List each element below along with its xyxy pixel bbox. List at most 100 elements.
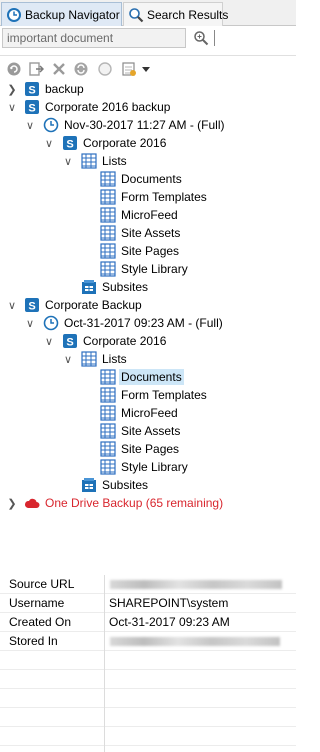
tree-item-label: MicroFeed	[121, 406, 178, 420]
circle-icon	[98, 62, 112, 76]
tree-item-label: Corporate 2016	[83, 334, 167, 348]
list-grid-icon	[81, 351, 97, 367]
tree-item-list[interactable]: Site Assets	[0, 422, 296, 440]
sync-icon	[74, 62, 88, 76]
restore-button[interactable]	[5, 60, 23, 78]
search-input[interactable]	[2, 28, 186, 48]
tab-label: Backup Navigator	[25, 7, 120, 22]
schedule-button[interactable]	[120, 60, 138, 78]
list-grid-icon	[100, 261, 116, 277]
collapse-chevron-icon[interactable]: ∨	[43, 134, 55, 152]
table-row-empty	[0, 689, 296, 708]
export-icon	[29, 62, 44, 76]
tree-item-onedrive-backup[interactable]: ❯ One Drive Backup (65 remaining)	[0, 494, 296, 512]
tree-item-corporate-2016-backup[interactable]: ∨ S Corporate 2016 backup	[0, 98, 296, 116]
svg-text:S: S	[28, 301, 35, 313]
tree-item-label: Corporate 2016 backup	[45, 100, 171, 114]
tree-item-snapshot[interactable]: ∨ Nov-30-2017 11:27 AM - (Full)	[0, 116, 296, 134]
subsites-icon	[82, 478, 96, 492]
tree-item-label: Nov-30-2017 11:27 AM - (Full)	[64, 118, 225, 132]
tree-item-snapshot[interactable]: ∨ Oct-31-2017 09:23 AM - (Full)	[0, 314, 296, 332]
sharepoint-icon: S	[25, 82, 39, 97]
cloud-icon	[24, 498, 40, 508]
svg-text:S: S	[28, 85, 35, 97]
tree-item-list[interactable]: Site Assets	[0, 224, 296, 242]
tree-item-label: Site Assets	[121, 226, 181, 240]
export-button[interactable]	[27, 60, 45, 78]
tree-item-label: MicroFeed	[121, 208, 178, 222]
tree-item-list[interactable]: Site Pages	[0, 242, 296, 260]
tree-item-label: Oct-31-2017 09:23 AM - (Full)	[64, 316, 223, 330]
sharepoint-icon: S	[63, 136, 77, 151]
table-row-empty	[0, 708, 296, 727]
column-divider	[104, 575, 105, 752]
search-icon	[194, 31, 209, 46]
table-row: Source URL	[0, 575, 296, 594]
tree-item-label: Site Pages	[121, 442, 180, 456]
dropdown-button[interactable]	[140, 60, 152, 78]
collapse-chevron-icon[interactable]: ∨	[6, 98, 18, 116]
tree-item-list[interactable]: Form Templates	[0, 188, 296, 206]
property-name: Created On	[9, 615, 72, 629]
tree-item-lists[interactable]: ∨ Lists	[0, 152, 296, 170]
tree-item-label: Style Library	[121, 262, 188, 276]
tree-item-list[interactable]: Site Pages	[0, 440, 296, 458]
tree-item-site[interactable]: ∨ S Corporate 2016	[0, 134, 296, 152]
navigator-clock-icon	[7, 7, 21, 22]
toolbar	[0, 55, 296, 81]
tree-item-label: Style Library	[121, 460, 188, 474]
tree-item-corporate-backup[interactable]: ∨ S Corporate Backup	[0, 296, 296, 314]
delete-x-icon	[53, 63, 65, 75]
property-value: SHAREPOINT\system	[109, 596, 229, 610]
property-name: Username	[9, 596, 65, 610]
collapse-chevron-icon[interactable]: ∨	[62, 152, 74, 170]
svg-text:S: S	[28, 103, 35, 115]
properties-table: Source URL Username SHAREPOINT\system Cr…	[0, 575, 296, 752]
collapse-chevron-icon[interactable]: ∨	[24, 116, 36, 134]
tab-backup-navigator[interactable]: Backup Navigator ✕	[1, 2, 134, 26]
clock-icon	[43, 117, 59, 133]
collapse-chevron-icon[interactable]: ∨	[6, 296, 18, 314]
expand-chevron-icon[interactable]: ❯	[6, 80, 18, 98]
tree-item-subsites[interactable]: Subsites	[0, 476, 296, 494]
search-bar	[0, 26, 296, 50]
status-button[interactable]	[96, 60, 114, 78]
expand-chevron-icon[interactable]: ❯	[6, 494, 18, 512]
collapse-chevron-icon[interactable]: ∨	[62, 350, 74, 368]
search-divider	[214, 30, 215, 46]
tree-item-list[interactable]: Form Templates	[0, 386, 296, 404]
tree-item-list[interactable]: Style Library	[0, 458, 296, 476]
search-button[interactable]	[190, 28, 212, 48]
tree-item-label: Subsites	[102, 478, 149, 492]
tree-item-list[interactable]: Style Library	[0, 260, 296, 278]
delete-button[interactable]	[50, 60, 68, 78]
tree-item-site[interactable]: ∨ S Corporate 2016	[0, 332, 296, 350]
tree-item-label: backup	[45, 82, 84, 96]
svg-text:S: S	[66, 139, 73, 151]
tree-item-list[interactable]: MicroFeed	[0, 206, 296, 224]
tree-item-subsites[interactable]: Subsites	[0, 278, 296, 296]
tree-item-list[interactable]: MicroFeed	[0, 404, 296, 422]
collapse-chevron-icon[interactable]: ∨	[24, 314, 36, 332]
collapse-chevron-icon[interactable]: ∨	[43, 332, 55, 350]
list-grid-icon	[100, 369, 116, 385]
property-value: Oct-31-2017 09:23 AM	[109, 615, 230, 629]
table-row: Created On Oct-31-2017 09:23 AM	[0, 613, 296, 632]
redacted-value	[110, 580, 282, 589]
tree-item-list[interactable]: Documents	[0, 170, 296, 188]
tree-item-list-selected[interactable]: Documents	[0, 368, 296, 386]
sharepoint-icon: S	[25, 100, 39, 115]
list-grid-icon	[100, 171, 116, 187]
tab-label: Search Results	[147, 7, 229, 22]
tree-item-lists[interactable]: ∨ Lists	[0, 350, 296, 368]
sync-button[interactable]	[72, 60, 90, 78]
tree-item-label: Documents	[119, 369, 184, 385]
list-grid-icon	[100, 387, 116, 403]
tree-item-backup[interactable]: ❯ S backup	[0, 80, 296, 98]
list-grid-icon	[100, 189, 116, 205]
tab-search-results[interactable]: Search Results	[123, 2, 228, 26]
redacted-value	[110, 637, 280, 646]
list-grid-icon	[100, 405, 116, 421]
chevron-down-icon	[142, 67, 150, 72]
subsites-icon	[82, 280, 96, 294]
